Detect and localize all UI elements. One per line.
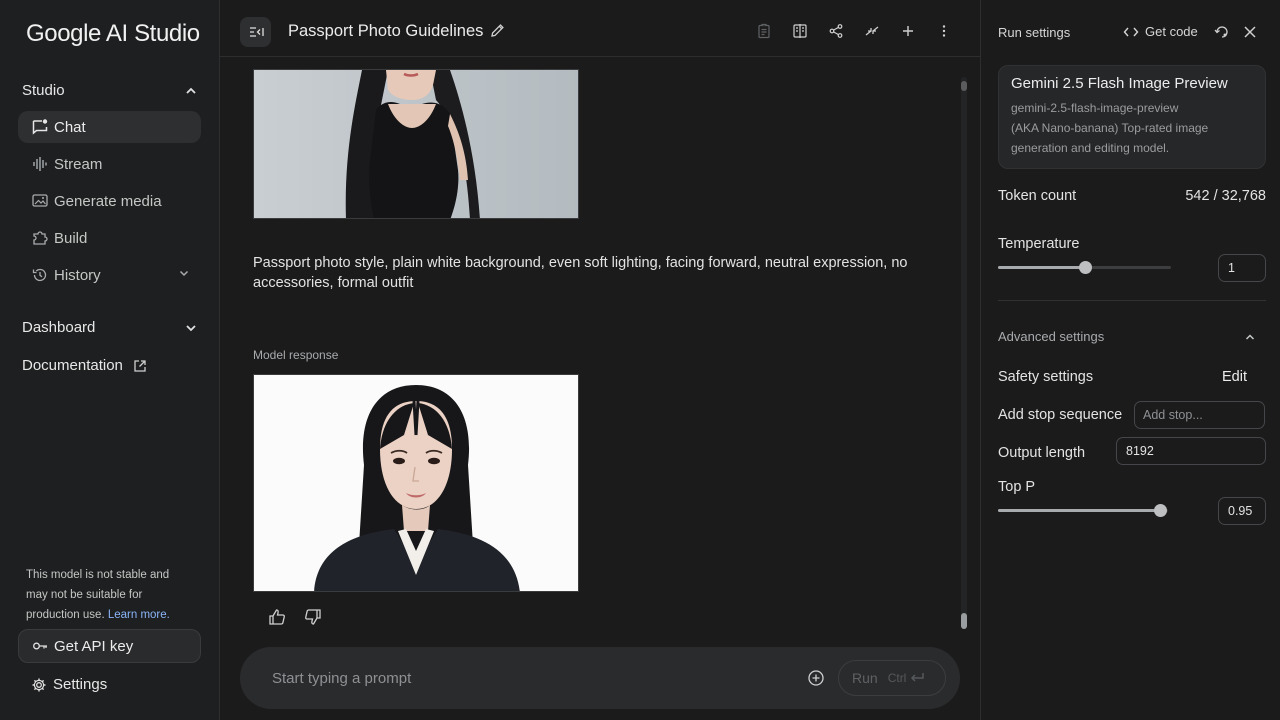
safety-settings-label: Safety settings xyxy=(998,369,1094,385)
top-p-slider[interactable] xyxy=(998,504,1168,517)
puzzle-icon xyxy=(31,229,49,247)
left-sidebar: Google AI Studio Studio Chat Stream Gene… xyxy=(0,0,220,720)
top-p-label: Top P xyxy=(998,479,1036,495)
model-id: gemini-2.5-flash-image-preview xyxy=(1011,101,1179,115)
sidebar-item-generate-media[interactable]: Generate media xyxy=(18,185,201,217)
sidebar-item-label: History xyxy=(54,266,101,284)
prompt-input[interactable] xyxy=(272,668,772,688)
branch-icon[interactable] xyxy=(863,22,881,40)
prompt-composer: Run Ctrl xyxy=(240,647,960,709)
sidebar-item-label: Build xyxy=(54,229,88,247)
run-settings-panel: Run settings Get code Gemini 2.5 Flash I… xyxy=(980,0,1280,720)
studio-label: Studio xyxy=(22,82,65,99)
shortcut-label: Ctrl xyxy=(887,671,907,685)
advanced-settings-toggle[interactable]: Advanced settings xyxy=(998,329,1266,344)
more-vert-icon[interactable] xyxy=(935,22,953,40)
token-count-value: 542 / 32,768 xyxy=(1185,188,1266,204)
get-code-button[interactable]: Get code xyxy=(1123,24,1198,39)
external-link-icon xyxy=(133,359,147,373)
chevron-up-icon xyxy=(184,84,198,98)
token-count-label: Token count xyxy=(998,188,1077,204)
run-shortcut: Ctrl xyxy=(888,671,926,685)
app-logo[interactable]: Google AI Studio xyxy=(26,20,200,48)
top-p-input[interactable]: 0.95 xyxy=(1218,497,1266,525)
chevron-down-icon[interactable] xyxy=(177,266,191,280)
pencil-icon[interactable] xyxy=(490,23,505,38)
model-selector[interactable]: Gemini 2.5 Flash Image Preview gemini-2.… xyxy=(998,65,1266,169)
learn-more-link[interactable]: Learn more. xyxy=(108,609,170,621)
sidebar-item-label: Generate media xyxy=(54,192,162,210)
documentation-label: Documentation xyxy=(22,357,123,374)
share-icon[interactable] xyxy=(827,22,845,40)
temperature-slider-fill xyxy=(998,266,1085,269)
sidebar-item-history[interactable]: History xyxy=(18,259,201,291)
stop-sequence-input[interactable] xyxy=(1134,401,1265,429)
settings-link[interactable]: Settings xyxy=(31,676,107,693)
chevron-up-icon xyxy=(1244,331,1256,343)
run-settings-title: Run settings xyxy=(998,25,1071,40)
model-description-text: (AKA Nano-banana) Top-rated image genera… xyxy=(1011,121,1209,155)
sidebar-item-label: Stream xyxy=(54,155,103,173)
divider xyxy=(998,300,1266,301)
dashboard-section-header[interactable]: Dashboard xyxy=(22,319,198,336)
gear-icon xyxy=(31,677,47,693)
dashboard-label: Dashboard xyxy=(22,319,96,336)
top-p-slider-knob[interactable] xyxy=(1154,504,1167,517)
compare-icon[interactable] xyxy=(791,22,809,40)
page-title: Passport Photo Guidelines xyxy=(288,22,484,40)
scrollbar-top-marker xyxy=(961,81,967,91)
run-label: Run xyxy=(852,670,878,686)
token-count-row: Token count 542 / 32,768 xyxy=(998,188,1266,204)
thumbs-up-icon[interactable] xyxy=(267,607,287,627)
get-code-label: Get code xyxy=(1145,24,1198,39)
key-icon xyxy=(32,638,48,654)
plus-icon[interactable] xyxy=(899,22,917,40)
output-length-input[interactable]: 8192 xyxy=(1116,437,1266,465)
model-description: gemini-2.5-flash-image-preview (AKA Nano… xyxy=(1011,98,1253,158)
run-button[interactable]: Run Ctrl xyxy=(838,660,946,696)
add-media-button[interactable] xyxy=(806,668,826,688)
add-circle-icon xyxy=(807,669,825,687)
model-response-label: Model response xyxy=(253,348,339,362)
sidebar-item-stream[interactable]: Stream xyxy=(18,148,201,180)
temperature-input[interactable]: 1 xyxy=(1218,254,1266,282)
code-icon xyxy=(1123,25,1139,39)
model-name: Gemini 2.5 Flash Image Preview xyxy=(1011,75,1228,92)
advanced-settings-label: Advanced settings xyxy=(998,329,1105,344)
clipboard-icon[interactable] xyxy=(755,22,773,40)
chat-header: Passport Photo Guidelines xyxy=(220,0,980,57)
settings-label: Settings xyxy=(53,676,108,693)
temperature-slider[interactable] xyxy=(998,261,1171,274)
sidebar-item-chat[interactable]: Chat xyxy=(18,111,201,143)
toggle-sidebar-button[interactable] xyxy=(240,17,271,47)
image-icon xyxy=(31,192,49,210)
safety-edit-button[interactable]: Edit xyxy=(1222,369,1247,385)
reset-settings-icon[interactable] xyxy=(1214,24,1230,40)
top-p-slider-fill xyxy=(998,509,1160,512)
model-generated-image[interactable] xyxy=(253,374,579,592)
scrollbar-thumb[interactable] xyxy=(961,613,967,629)
collapse-sidebar-icon xyxy=(248,24,264,40)
model-stability-notice: This model is not stable and may not be … xyxy=(26,565,186,625)
api-key-label: Get API key xyxy=(54,637,134,655)
documentation-link[interactable]: Documentation xyxy=(22,357,147,374)
waveform-icon xyxy=(31,155,49,173)
studio-section-header[interactable]: Studio xyxy=(22,82,198,99)
user-reference-image[interactable] xyxy=(253,69,579,219)
chat-icon xyxy=(31,118,49,136)
sidebar-item-build[interactable]: Build xyxy=(18,222,201,254)
history-icon xyxy=(31,266,49,284)
user-prompt-message: Passport photo style, plain white backgr… xyxy=(253,255,908,291)
thumbs-down-icon[interactable] xyxy=(303,607,323,627)
temperature-slider-knob[interactable] xyxy=(1079,261,1092,274)
chevron-down-icon xyxy=(184,321,198,335)
chat-scrollbar[interactable] xyxy=(961,77,967,629)
enter-key-icon xyxy=(909,672,925,684)
chat-thread: Passport photo style, plain white backgr… xyxy=(220,57,980,642)
temperature-label: Temperature xyxy=(998,236,1080,252)
close-icon[interactable] xyxy=(1242,24,1258,40)
get-api-key-button[interactable]: Get API key xyxy=(18,629,201,663)
sidebar-item-label: Chat xyxy=(54,118,86,136)
